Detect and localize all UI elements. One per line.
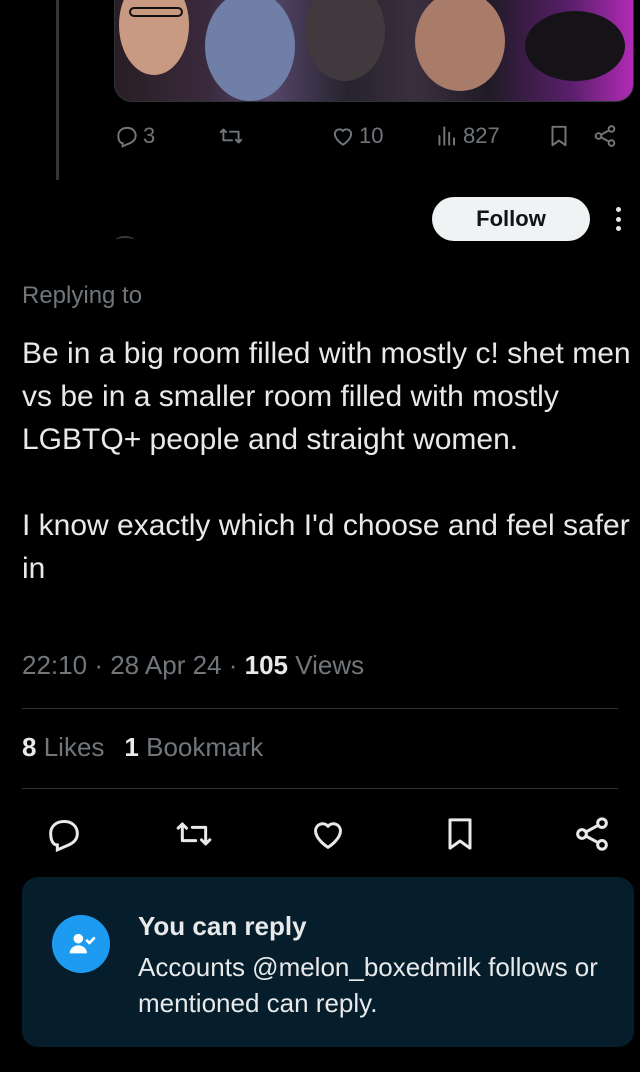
- parent-reply-count: 3: [143, 123, 156, 148]
- likes-stat[interactable]: 8 Likes: [22, 732, 104, 762]
- decorative-mark: [116, 236, 134, 244]
- meta-separator: ·: [94, 650, 111, 680]
- likes-count: 8: [22, 732, 37, 762]
- reply-card-body: Accounts @melon_boxedmilk follows or men…: [138, 952, 598, 1018]
- tweet-paragraph-1: Be in a big room filled with mostly c! s…: [22, 337, 631, 456]
- like-button[interactable]: [308, 814, 348, 854]
- bookmark-icon: [551, 125, 567, 147]
- parent-like-count: 10: [359, 123, 384, 148]
- reply-restriction-card: You can reply Accounts @melon_boxedmilk …: [22, 877, 634, 1047]
- share-icon: [576, 817, 608, 851]
- media-person-5: [525, 11, 625, 81]
- reply-icon: [49, 820, 79, 853]
- media-person-4: [415, 0, 505, 91]
- tweet-paragraph-2: I know exactly which I'd choose and feel…: [22, 509, 630, 585]
- bookmarks-stat[interactable]: 1 Bookmark: [124, 732, 263, 762]
- parent-tweet-actions: 3 10 827: [114, 120, 624, 152]
- share-icon: [594, 125, 616, 147]
- parent-reply-button[interactable]: 3: [114, 120, 155, 152]
- tweet-time[interactable]: 22:10: [22, 650, 87, 680]
- retweet-icon: [176, 822, 212, 846]
- retweet-button[interactable]: [174, 814, 214, 854]
- views-icon: [438, 126, 456, 146]
- share-button[interactable]: [572, 814, 612, 854]
- parent-tweet-media-image[interactable]: [114, 0, 634, 102]
- tweet-meta: 22:10 · 28 Apr 24 · 105 Views: [22, 650, 364, 681]
- user-check-icon: [69, 933, 96, 954]
- user-check-badge: [52, 915, 110, 973]
- media-glasses: [129, 7, 183, 17]
- replying-to-label: Replying to: [22, 282, 143, 309]
- more-icon[interactable]: [608, 204, 628, 234]
- media-person-2: [205, 0, 295, 101]
- like-icon: [333, 128, 353, 146]
- parent-like-button[interactable]: 10: [330, 120, 383, 152]
- parent-retweet-button[interactable]: [218, 120, 244, 152]
- like-icon: [313, 822, 343, 850]
- tweet-actions: [44, 814, 614, 854]
- meta-separator: ·: [228, 650, 245, 680]
- bookmark-icon: [448, 818, 472, 850]
- parent-bookmark-button[interactable]: [546, 120, 572, 152]
- divider: [22, 708, 618, 709]
- reply-button[interactable]: [44, 814, 84, 854]
- follow-button[interactable]: Follow: [432, 197, 590, 241]
- likes-label: Likes: [43, 732, 105, 762]
- parent-views-button[interactable]: 827: [434, 120, 500, 152]
- parent-share-button[interactable]: [592, 120, 618, 152]
- bookmark-button[interactable]: [440, 814, 480, 854]
- tweet-text: Be in a big room filled with mostly c! s…: [22, 332, 632, 590]
- tweet-date[interactable]: 28 Apr 24: [110, 650, 221, 680]
- parent-view-count: 827: [463, 123, 500, 148]
- divider: [22, 788, 618, 789]
- reply-icon: [117, 126, 137, 148]
- tweet-stats: 8 Likes 1 Bookmark: [22, 732, 263, 763]
- thread-line: [56, 0, 59, 180]
- bookmarks-label: Bookmark: [146, 732, 264, 762]
- views-count: 105: [244, 650, 289, 680]
- bookmarks-count: 1: [124, 732, 139, 762]
- retweet-icon: [219, 128, 243, 144]
- reply-card-title: You can reply: [138, 911, 307, 941]
- media-person-3: [305, 0, 385, 81]
- views-label: Views: [295, 650, 365, 680]
